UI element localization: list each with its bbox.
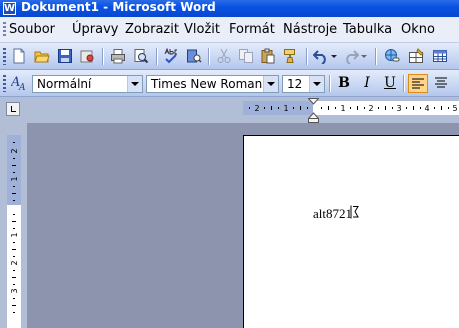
horizontal-ruler[interactable]: 2 1 1 2 3 4 5 [243, 101, 459, 115]
align-center-icon [435, 77, 447, 88]
toolbar-separator [329, 75, 331, 92]
print-preview-icon[interactable] [133, 48, 149, 64]
table-icon[interactable] [432, 48, 448, 64]
tab-selector[interactable] [6, 102, 20, 116]
menu-vlozit[interactable]: Vložit [184, 17, 220, 43]
format-painter-icon[interactable] [283, 48, 299, 64]
ruler-label: 5 [452, 104, 457, 113]
chevron-down-icon[interactable] [309, 76, 324, 92]
title-bar: W Dokument1 - Microsoft Word [0, 0, 459, 17]
menu-format[interactable]: Formát [229, 17, 275, 43]
align-left-button[interactable] [408, 74, 428, 93]
ruler-label: 1 [10, 232, 19, 237]
print-icon[interactable] [110, 48, 126, 64]
toolbar-separator [102, 48, 104, 65]
ruler-label: 4 [424, 104, 429, 113]
indent-markers-icon[interactable] [308, 98, 319, 123]
open-icon[interactable] [34, 48, 50, 64]
text-cursor-icon [350, 205, 359, 219]
ruler-label: 2 [10, 148, 19, 153]
italic-button[interactable]: I [357, 74, 377, 93]
toolbar-grip[interactable] [3, 48, 6, 65]
ruler-bar: 2 1 1 2 3 4 5 [0, 97, 459, 123]
word-app-icon[interactable]: W [3, 2, 16, 15]
research-icon[interactable] [186, 48, 202, 64]
menu-zobrazit[interactable]: Zobrazit [125, 17, 179, 43]
document-page[interactable] [243, 135, 459, 328]
ruler-label: 2 [368, 104, 373, 113]
redo-dropdown-icon[interactable] [360, 48, 368, 64]
menu-okno[interactable]: Okno [401, 17, 435, 43]
vertical-ruler-ticks: 2 1 1 2 3 [10, 142, 19, 313]
ruler-label: 1 [283, 104, 288, 113]
menu-grip[interactable] [3, 22, 6, 38]
ruler-label: 2 [10, 260, 19, 265]
align-left-icon [412, 78, 424, 89]
undo-icon[interactable] [313, 48, 329, 64]
toolbar-grip[interactable] [3, 75, 6, 92]
menu-bar: Soubor Úpravy Zobrazit Vložit Formát Nás… [0, 17, 459, 43]
new-document-icon[interactable] [11, 48, 27, 64]
ruler-label: 2 [254, 104, 259, 113]
menu-tabulka[interactable]: Tabulka [343, 17, 392, 43]
font-dropdown[interactable]: Times New Roman [146, 75, 279, 93]
toolbar-separator [156, 48, 158, 65]
save-icon[interactable] [57, 48, 73, 64]
redo-icon[interactable] [343, 48, 359, 64]
svg-text:A: A [18, 83, 26, 91]
font-value: Times New Roman [151, 77, 263, 91]
font-size-dropdown[interactable]: 12 [282, 75, 325, 93]
chevron-down-icon[interactable] [263, 76, 278, 92]
menu-soubor[interactable]: Soubor [9, 17, 55, 43]
ruler-label: 1 [10, 176, 19, 181]
align-center-button[interactable] [431, 74, 451, 93]
toolbar-separator [208, 48, 210, 65]
style-dropdown[interactable]: Normální [32, 75, 143, 93]
styles-and-formatting-icon[interactable]: AA [11, 75, 27, 91]
copy-icon[interactable] [238, 48, 254, 64]
menu-upravy[interactable]: Úpravy [72, 17, 118, 43]
chevron-down-icon[interactable] [127, 76, 142, 92]
formatting-toolbar: AA Normální Times New Roman 12 B I U [0, 70, 459, 97]
underline-button[interactable]: U [380, 74, 400, 93]
vertical-ruler[interactable]: 2 1 1 2 3 [7, 135, 21, 328]
standard-toolbar [0, 43, 459, 70]
hyperlink-icon[interactable] [384, 48, 400, 64]
permission-icon[interactable] [79, 48, 95, 64]
ruler-label: 3 [10, 288, 19, 293]
font-size-value: 12 [287, 77, 303, 91]
toolbar-separator [375, 48, 377, 65]
menu-nastroje[interactable]: Nástroje [283, 17, 337, 43]
ruler-ticks: 2 1 1 2 3 4 5 [249, 104, 458, 113]
style-value: Normální [37, 77, 92, 91]
document-text[interactable]: alt8721 [313, 206, 352, 222]
ruler-label: 3 [396, 104, 401, 113]
cut-icon[interactable] [216, 48, 232, 64]
bold-button[interactable]: B [334, 74, 354, 93]
window-title: Dokument1 - Microsoft Word [21, 0, 216, 14]
toolbar-separator [403, 75, 405, 92]
tables-and-borders-icon[interactable] [408, 48, 424, 64]
undo-dropdown-icon[interactable] [330, 48, 338, 64]
paste-icon[interactable] [260, 48, 276, 64]
toolbar-separator [306, 48, 308, 65]
spelling-icon[interactable] [163, 48, 179, 64]
ruler-label: 1 [340, 104, 345, 113]
